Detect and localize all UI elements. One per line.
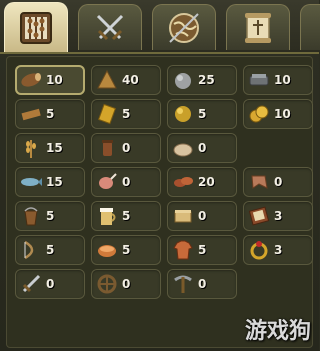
resource-count: 5	[46, 209, 55, 223]
gold-ore-icon	[175, 106, 191, 122]
resource-grid: 10 40 25 10 5 5 5 10 15 0 0 15 0 20 0 5 5 0 3 5 5 5 3 0 0 0	[6, 56, 313, 348]
watermark: 游戏狗	[244, 319, 311, 344]
resource-count: 0	[122, 141, 131, 155]
resource-count: 3	[274, 243, 283, 257]
resource-slot[interactable]: 5	[91, 201, 161, 231]
resource-count: 0	[122, 175, 131, 189]
resource-count: 0	[198, 209, 207, 223]
resource-slot[interactable]: 25	[167, 65, 237, 95]
resource-slot[interactable]: 0	[91, 167, 161, 197]
abacus-icon	[20, 11, 52, 44]
resource-slot[interactable]: 20	[167, 167, 237, 197]
resource-slot[interactable]: 5	[15, 201, 85, 231]
log-icon	[21, 73, 41, 87]
resource-count: 10	[46, 73, 63, 87]
sword-icon	[22, 274, 41, 293]
pickaxe-icon	[174, 275, 192, 293]
resource-slot[interactable]: 5	[91, 99, 161, 129]
resource-count: 0	[274, 175, 283, 189]
resource-count: 5	[198, 243, 207, 257]
tab-abacus[interactable]	[4, 2, 68, 52]
tab-globe[interactable]	[152, 4, 216, 50]
plank-icon	[21, 108, 41, 121]
coins-icon	[249, 105, 269, 123]
resource-slot[interactable]: 0	[167, 269, 237, 299]
scroll-icon	[245, 12, 271, 43]
hops-icon	[102, 140, 113, 156]
ham-icon	[99, 173, 117, 189]
resource-slot[interactable]: 5	[15, 235, 85, 265]
resource-count: 15	[46, 175, 63, 189]
resource-slot[interactable]: 3	[243, 201, 313, 231]
resource-slot[interactable]: 5	[91, 235, 161, 265]
resource-slot[interactable]: 0	[243, 167, 313, 197]
resource-slot[interactable]: 0	[91, 269, 161, 299]
resource-slot[interactable]: 0	[167, 133, 237, 163]
resource-count: 15	[46, 141, 63, 155]
resource-slot[interactable]: 0	[15, 269, 85, 299]
pastry-icon	[98, 245, 116, 257]
resource-count: 3	[274, 209, 283, 223]
tunic-icon	[173, 240, 193, 260]
stone-icon	[175, 73, 191, 89]
gold-bar-icon	[97, 103, 117, 125]
ring-icon	[250, 241, 268, 260]
crossed-swords-icon	[96, 14, 124, 40]
sausage-icon	[174, 177, 193, 187]
resource-slot[interactable]: 0	[91, 133, 161, 163]
resource-count: 5	[198, 107, 207, 121]
resource-count: 5	[46, 107, 55, 121]
resource-slot[interactable]: 10	[243, 65, 313, 95]
resource-slot[interactable]: 0	[167, 201, 237, 231]
bow-icon	[24, 240, 34, 260]
wheel-icon	[97, 274, 117, 294]
resource-slot[interactable]: 15	[15, 133, 85, 163]
hide-icon	[97, 69, 117, 89]
tab-scroll[interactable]	[226, 4, 290, 50]
resource-count: 0	[122, 277, 131, 291]
tab-more[interactable]	[300, 4, 320, 50]
resource-count: 40	[122, 73, 139, 87]
tab-bar	[0, 0, 320, 54]
meat-icon	[251, 175, 268, 189]
wheat-icon	[26, 140, 36, 158]
book-icon	[248, 206, 270, 226]
resource-slot[interactable]: 5	[167, 99, 237, 129]
resource-slot[interactable]: 15	[15, 167, 85, 197]
resource-slot[interactable]: 5	[15, 99, 85, 129]
resource-slot[interactable]: 40	[91, 65, 161, 95]
resource-slot[interactable]: 3	[243, 235, 313, 265]
flour-icon	[173, 143, 193, 157]
resource-slot[interactable]: 5	[167, 235, 237, 265]
resource-count: 5	[122, 209, 131, 223]
resource-count: 5	[122, 243, 131, 257]
resource-count: 0	[198, 141, 207, 155]
resource-count: 0	[46, 277, 55, 291]
inventory-window: 10 40 25 10 5 5 5 10 15 0 0 15 0 20 0 5 5 0 3 5 5 5 3 0 0 0 游戏狗	[0, 0, 320, 351]
resource-count: 20	[198, 175, 215, 189]
cheese-icon	[174, 210, 192, 223]
resource-count: 0	[198, 277, 207, 291]
bucket-icon	[24, 207, 38, 226]
resource-count: 5	[46, 243, 55, 257]
iron-icon	[249, 74, 269, 86]
fish-icon	[21, 178, 42, 186]
resource-count: 10	[274, 107, 291, 121]
tab-crossed-swords[interactable]	[78, 4, 142, 50]
globe-icon	[169, 12, 199, 43]
resource-count: 10	[274, 73, 291, 87]
resource-slot[interactable]: 10	[243, 99, 313, 129]
resource-slot[interactable]: 10	[15, 65, 85, 95]
resource-count: 5	[122, 107, 131, 121]
resource-count: 25	[198, 73, 215, 87]
beer-icon	[100, 208, 116, 225]
